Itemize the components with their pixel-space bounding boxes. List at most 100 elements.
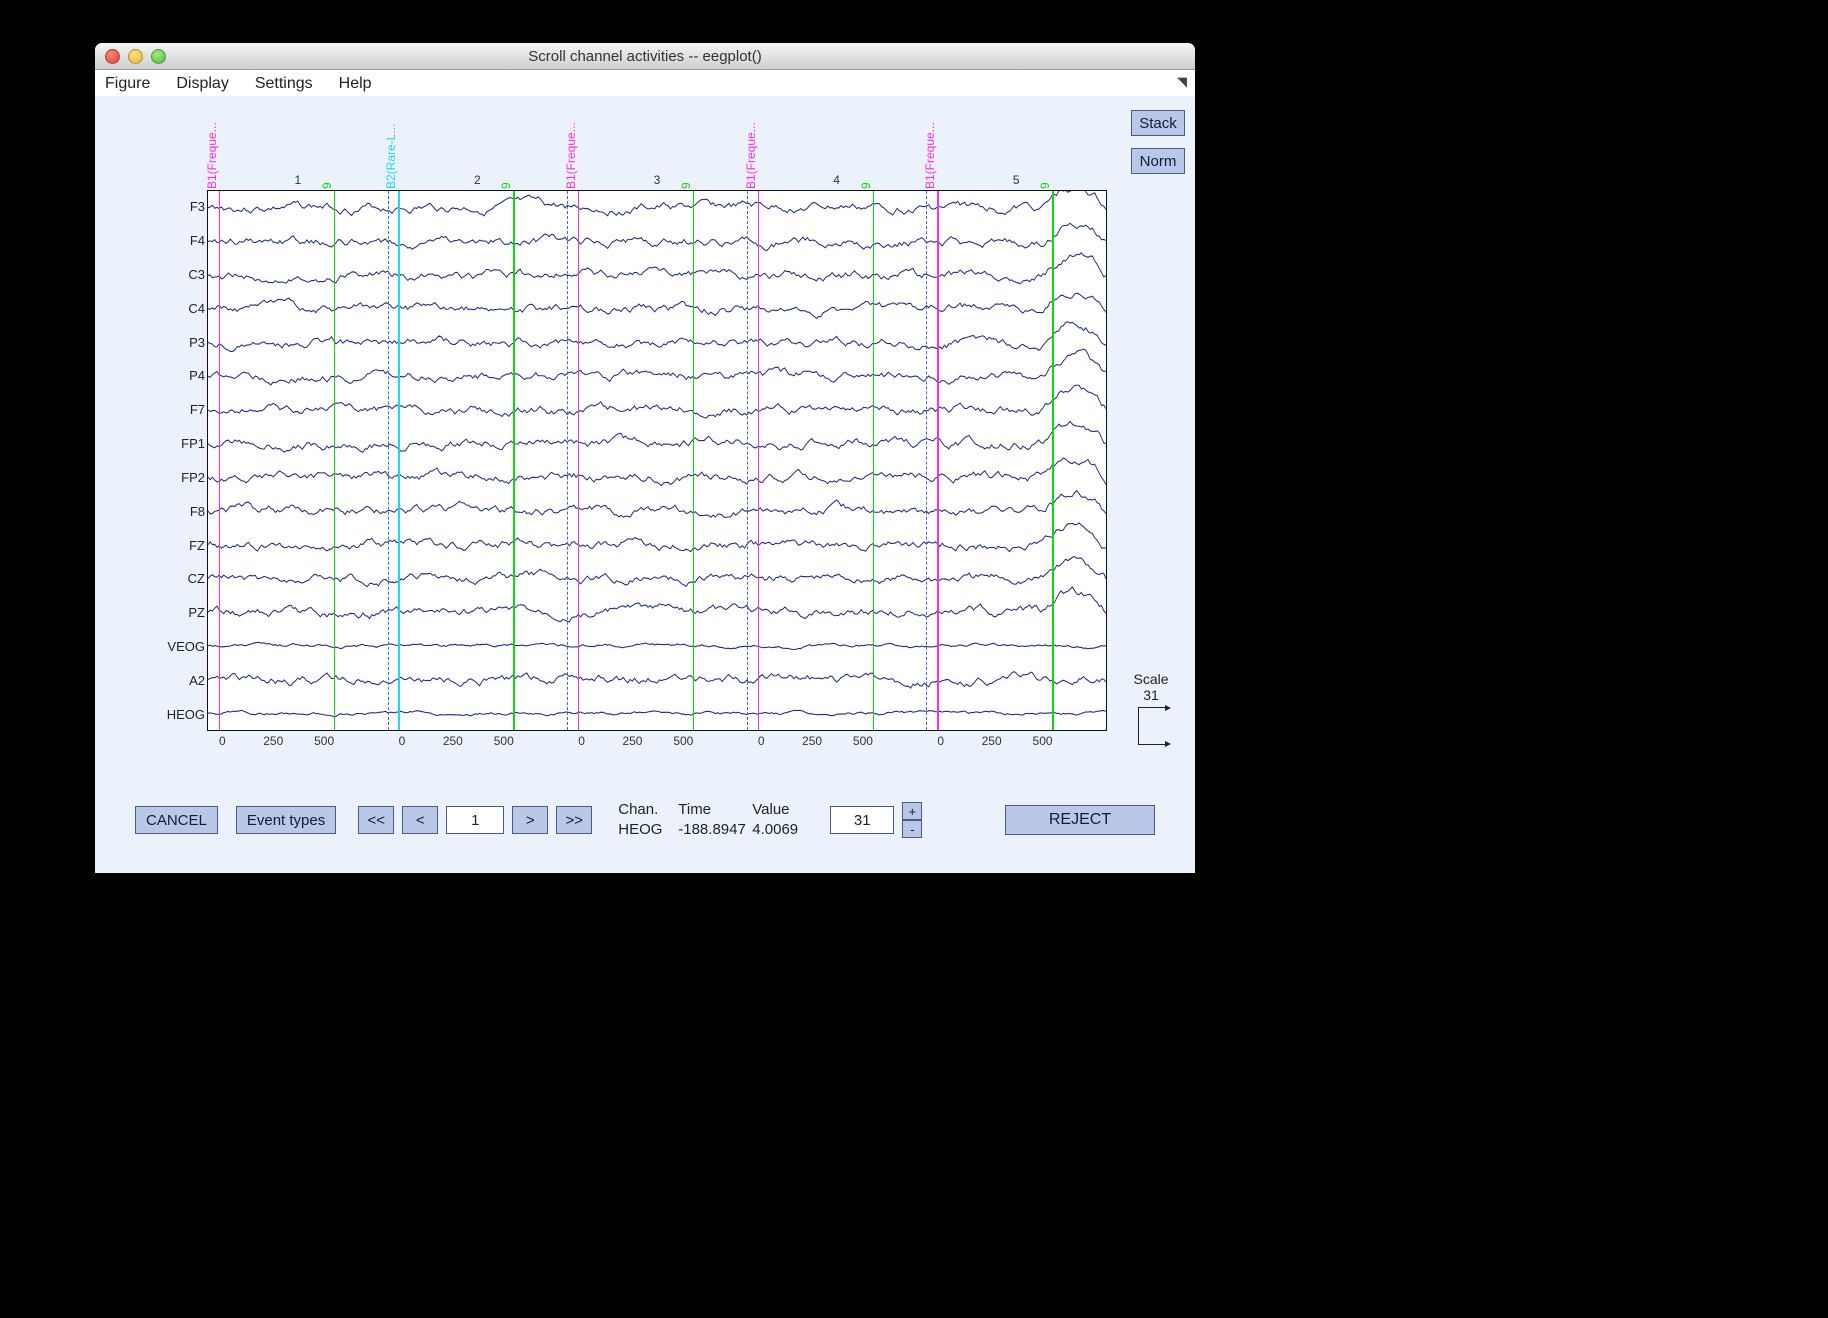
channel-label-c3[interactable]: C3 bbox=[188, 267, 205, 282]
nav-next-button[interactable]: > bbox=[512, 806, 548, 834]
event-line[interactable] bbox=[1052, 191, 1054, 730]
wave-fp2[interactable] bbox=[208, 458, 1106, 486]
zoom-icon[interactable] bbox=[151, 49, 166, 64]
amplitude-input[interactable]: 31 bbox=[830, 806, 894, 834]
event-9-label: 9 bbox=[859, 182, 873, 189]
bottom-toolbar: CANCEL Event types << < 1 > >> Chan. Tim… bbox=[95, 785, 1195, 855]
channel-label-fp1[interactable]: FP1 bbox=[181, 436, 205, 451]
nav-position-input[interactable]: 1 bbox=[446, 806, 504, 834]
minimize-icon[interactable] bbox=[128, 49, 143, 64]
channel-label-pz[interactable]: PZ bbox=[188, 605, 205, 620]
x-tick: 500 bbox=[853, 734, 873, 748]
wave-heog[interactable] bbox=[208, 710, 1106, 716]
plot-area[interactable]: F3 F4 C3 C4 P3 P4 F7 FP1 FP2 F8 FZ CZ PZ VEOG A2 HEOG 1… bbox=[153, 110, 1107, 753]
wave-c4[interactable] bbox=[208, 293, 1106, 318]
event-line[interactable] bbox=[398, 191, 400, 730]
channel-label-veog[interactable]: VEOG bbox=[167, 639, 205, 654]
event-line[interactable] bbox=[693, 191, 695, 730]
nav-prev-button[interactable]: < bbox=[402, 806, 438, 834]
x-tick: 500 bbox=[673, 734, 693, 748]
channel-label-fp2[interactable]: FP2 bbox=[181, 470, 205, 485]
menu-corner-icon[interactable]: ◥ bbox=[1177, 74, 1187, 90]
channel-label-c4[interactable]: C4 bbox=[188, 301, 205, 316]
scale-indicator: Scale 31 bbox=[1127, 671, 1175, 745]
x-tick: 0 bbox=[399, 734, 406, 748]
event-9-label: 9 bbox=[499, 182, 513, 189]
wave-pz[interactable] bbox=[208, 587, 1106, 622]
wave-fp1[interactable] bbox=[208, 421, 1106, 452]
event-line[interactable] bbox=[219, 191, 221, 730]
channel-label-f4[interactable]: F4 bbox=[190, 233, 205, 248]
event-line[interactable] bbox=[758, 191, 760, 730]
wave-cz[interactable] bbox=[208, 557, 1106, 587]
wave-f3[interactable] bbox=[208, 191, 1106, 216]
wave-f7[interactable] bbox=[208, 385, 1106, 418]
channel-label-a2[interactable]: A2 bbox=[189, 673, 205, 688]
epoch-number: 3 bbox=[654, 173, 661, 187]
channel-label-heog[interactable]: HEOG bbox=[167, 707, 205, 722]
event-label: B1(Freque... bbox=[923, 122, 937, 189]
x-tick: 0 bbox=[758, 734, 765, 748]
nav-first-button[interactable]: << bbox=[358, 806, 394, 834]
scale-bar-icon bbox=[1138, 707, 1165, 745]
nav-last-button[interactable]: >> bbox=[556, 806, 592, 834]
event-line[interactable] bbox=[513, 191, 515, 730]
epoch-boundary bbox=[747, 191, 749, 730]
wave-p4[interactable] bbox=[208, 349, 1106, 385]
wave-fz[interactable] bbox=[208, 523, 1106, 552]
wave-p3[interactable] bbox=[208, 322, 1106, 352]
menu-figure[interactable]: Figure bbox=[105, 75, 150, 93]
channel-label-f7[interactable]: F7 bbox=[190, 402, 205, 417]
channel-label-f3[interactable]: F3 bbox=[190, 199, 205, 214]
event-line[interactable] bbox=[873, 191, 875, 730]
info-value: 4.0069 bbox=[752, 820, 798, 840]
stack-button[interactable]: Stack bbox=[1131, 110, 1185, 136]
x-tick: 500 bbox=[314, 734, 334, 748]
x-tick: 250 bbox=[622, 734, 642, 748]
channel-label-fz[interactable]: FZ bbox=[189, 538, 205, 553]
epoch-number: 4 bbox=[833, 173, 840, 187]
event-line[interactable] bbox=[334, 191, 336, 730]
channel-label-f8[interactable]: F8 bbox=[190, 504, 205, 519]
epoch-boundary bbox=[567, 191, 569, 730]
titlebar[interactable]: Scroll channel activities -- eegplot() bbox=[95, 43, 1195, 70]
channel-label-cz[interactable]: CZ bbox=[188, 571, 205, 586]
event-line[interactable] bbox=[937, 191, 939, 730]
event-label: B1(Freque... bbox=[205, 122, 219, 189]
event-label: B1(Freque... bbox=[564, 122, 578, 189]
event-types-button[interactable]: Event types bbox=[236, 806, 336, 834]
close-icon[interactable] bbox=[105, 49, 120, 64]
event-line[interactable] bbox=[578, 191, 580, 730]
wave-veog[interactable] bbox=[208, 642, 1106, 649]
x-tick: 250 bbox=[982, 734, 1002, 748]
event-9-label: 9 bbox=[679, 182, 693, 189]
menu-settings[interactable]: Settings bbox=[255, 75, 313, 93]
eeg-axes[interactable]: 1025050020250500302505004025050050250500… bbox=[207, 190, 1107, 731]
norm-button[interactable]: Norm bbox=[1131, 148, 1185, 174]
cursor-info: Chan. Time Value HEOG -188.8947 4.0069 bbox=[618, 800, 808, 840]
channel-label-p3[interactable]: P3 bbox=[189, 335, 205, 350]
event-9-label: 9 bbox=[320, 182, 334, 189]
x-tick: 0 bbox=[578, 734, 585, 748]
info-time: -188.8947 bbox=[678, 820, 748, 840]
x-tick: 500 bbox=[494, 734, 514, 748]
channel-label-p4[interactable]: P4 bbox=[189, 368, 205, 383]
amp-plus-button[interactable]: + bbox=[902, 802, 922, 820]
info-time-label: Time bbox=[678, 800, 748, 820]
wave-f8[interactable] bbox=[208, 490, 1106, 517]
wave-c3[interactable] bbox=[208, 253, 1106, 284]
menu-display[interactable]: Display bbox=[176, 75, 228, 93]
cancel-button[interactable]: CANCEL bbox=[135, 806, 218, 834]
window-title: Scroll channel activities -- eegplot() bbox=[95, 48, 1195, 65]
x-tick: 250 bbox=[802, 734, 822, 748]
event-label: B1(Freque... bbox=[744, 122, 758, 189]
epoch-number: 5 bbox=[1013, 173, 1020, 187]
menu-help[interactable]: Help bbox=[339, 75, 372, 93]
wave-a2[interactable] bbox=[208, 672, 1106, 689]
scale-value: 31 bbox=[1127, 687, 1175, 703]
amp-minus-button[interactable]: - bbox=[902, 820, 922, 838]
reject-button[interactable]: REJECT bbox=[1005, 805, 1155, 835]
wave-f4[interactable] bbox=[208, 223, 1106, 250]
epoch-number: 1 bbox=[294, 173, 301, 187]
epoch-boundary bbox=[926, 191, 928, 730]
